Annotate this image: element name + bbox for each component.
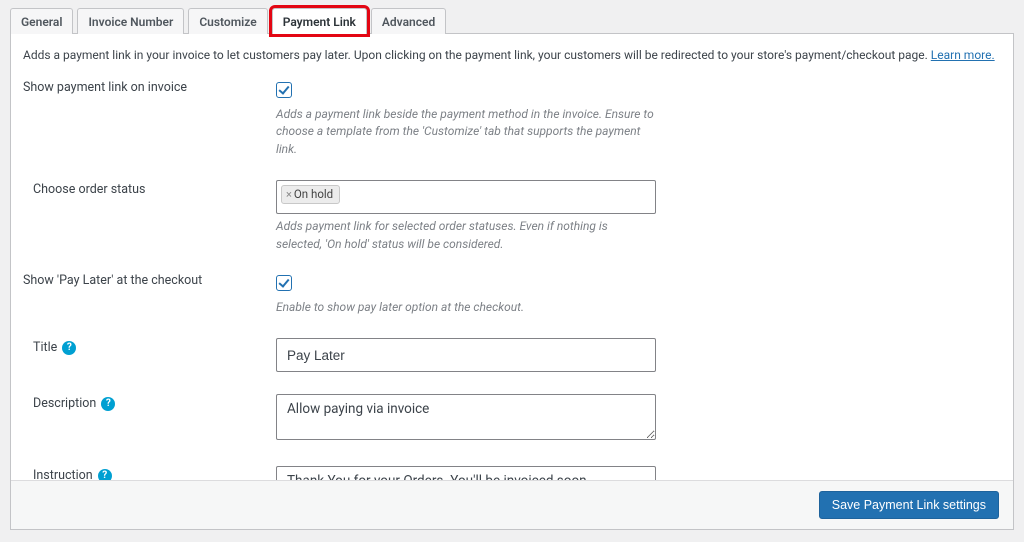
show-pay-later-checkbox[interactable] xyxy=(276,275,292,291)
tab-advanced[interactable]: Advanced xyxy=(371,8,446,34)
instruction-label: Instruction ? xyxy=(23,460,276,480)
footer-bar: Save Payment Link settings xyxy=(11,480,1013,529)
help-icon[interactable]: ? xyxy=(98,469,112,480)
order-status-tag[interactable]: ×On hold xyxy=(281,185,340,204)
settings-panel: Adds a payment link in your invoice to l… xyxy=(10,33,1014,530)
title-input[interactable] xyxy=(276,338,656,372)
tab-payment-link[interactable]: Payment Link xyxy=(272,8,367,34)
save-button[interactable]: Save Payment Link settings xyxy=(819,491,999,519)
show-link-checkbox[interactable] xyxy=(276,82,292,98)
order-status-tag-label: On hold xyxy=(294,187,333,201)
intro-text: Adds a payment link in your invoice to l… xyxy=(23,48,1001,62)
tab-bar: General Invoice Number Customize Payment… xyxy=(10,8,1014,34)
tab-invoice-number[interactable]: Invoice Number xyxy=(77,8,184,34)
close-icon[interactable]: × xyxy=(286,188,292,201)
title-label: Title ? xyxy=(23,332,276,388)
intro-text-body: Adds a payment link in your invoice to l… xyxy=(23,48,928,62)
help-icon[interactable]: ? xyxy=(101,397,115,411)
description-label-text: Description xyxy=(33,396,96,411)
show-pay-later-label: Show 'Pay Later' at the checkout xyxy=(23,269,276,332)
learn-more-link[interactable]: Learn more. xyxy=(931,48,995,62)
show-pay-later-desc: Enable to show pay later option at the c… xyxy=(276,299,656,316)
description-label: Description ? xyxy=(23,388,276,460)
instruction-label-text: Instruction xyxy=(33,468,93,480)
order-status-desc: Adds payment link for selected order sta… xyxy=(276,218,656,253)
show-link-label: Show payment link on invoice xyxy=(23,76,276,174)
title-label-text: Title xyxy=(33,340,57,355)
tab-general[interactable]: General xyxy=(10,8,73,34)
description-textarea[interactable] xyxy=(276,394,656,440)
show-link-desc: Adds a payment link beside the payment m… xyxy=(276,106,656,158)
order-status-select[interactable]: ×On hold xyxy=(276,180,656,214)
tab-customize[interactable]: Customize xyxy=(188,8,267,34)
order-status-label: Choose order status xyxy=(23,174,276,269)
instruction-textarea[interactable] xyxy=(276,466,656,480)
help-icon[interactable]: ? xyxy=(62,341,76,355)
